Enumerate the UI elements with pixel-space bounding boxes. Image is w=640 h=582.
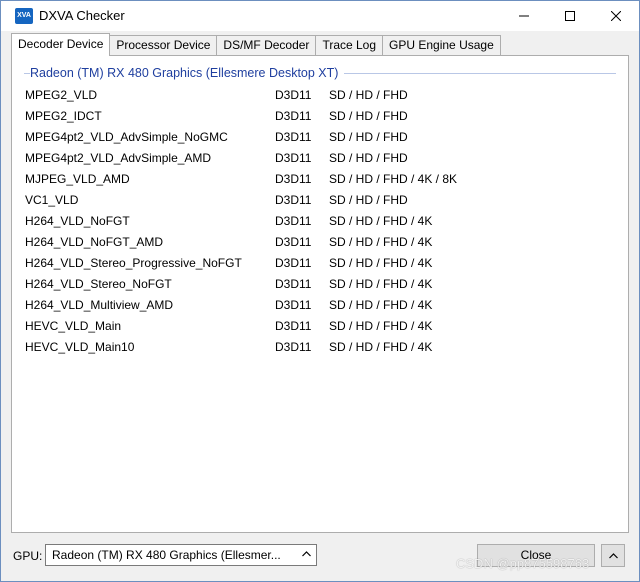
decoder-api: D3D11 xyxy=(275,340,312,354)
decoder-api: D3D11 xyxy=(275,109,312,123)
decoder-api: D3D11 xyxy=(275,319,312,333)
decoder-name: MPEG2_VLD xyxy=(25,88,98,102)
chevron-up-icon xyxy=(302,551,311,557)
tab-strip: Decoder Device Processor Device DS/MF De… xyxy=(11,33,501,56)
decoder-api: D3D11 xyxy=(275,130,312,144)
decoder-name: MPEG2_IDCT xyxy=(25,109,102,123)
decoder-name: MJPEG_VLD_AMD xyxy=(25,172,130,186)
decoder-api: D3D11 xyxy=(275,214,312,228)
decoder-name: H264_VLD_Stereo_NoFGT xyxy=(25,277,172,291)
gpu-label: GPU: xyxy=(13,549,43,563)
decoder-name: VC1_VLD xyxy=(25,193,79,207)
maximize-button[interactable] xyxy=(547,1,593,31)
decoder-name: MPEG4pt2_VLD_AdvSimple_NoGMC xyxy=(25,130,228,144)
window-title: DXVA Checker xyxy=(39,8,125,23)
decoder-name: MPEG4pt2_VLD_AdvSimple_AMD xyxy=(25,151,212,165)
watermark: CSDN @pp875598763 xyxy=(456,556,590,571)
decoder-panel: Radeon (TM) RX 480 Graphics (Ellesmere D… xyxy=(11,55,629,533)
decoder-api: D3D11 xyxy=(275,151,312,165)
decoder-name: H264_VLD_Multiview_AMD xyxy=(25,298,174,312)
decoder-resolutions: SD / HD / FHD / 4K xyxy=(329,340,433,354)
decoder-resolutions: SD / HD / FHD / 4K xyxy=(329,319,433,333)
decoder-api: D3D11 xyxy=(275,298,312,312)
minimize-button[interactable] xyxy=(501,1,547,31)
expand-button[interactable] xyxy=(601,544,625,567)
minimize-icon xyxy=(519,15,529,17)
decoder-resolutions: SD / HD / FHD / 4K xyxy=(329,235,433,249)
decoder-resolutions: SD / HD / FHD xyxy=(329,130,408,144)
tab-trace-log[interactable]: Trace Log xyxy=(315,35,384,56)
tab-ds-mf-decoder[interactable]: DS/MF Decoder xyxy=(216,35,317,56)
title-bar[interactable]: XVA DXVA Checker xyxy=(1,1,639,31)
close-window-button[interactable] xyxy=(593,1,639,31)
decoder-api: D3D11 xyxy=(275,277,312,291)
app-window: XVA DXVA Checker Decoder Device Processo… xyxy=(0,0,640,582)
tab-gpu-engine-usage[interactable]: GPU Engine Usage xyxy=(382,35,501,56)
decoder-name: HEVC_VLD_Main xyxy=(25,319,122,333)
decoder-name: H264_VLD_Stereo_Progressive_NoFGT xyxy=(25,256,242,270)
app-icon: XVA xyxy=(15,8,33,24)
decoder-resolutions: SD / HD / FHD / 4K xyxy=(329,214,433,228)
decoder-name: H264_VLD_NoFGT_AMD xyxy=(25,235,164,249)
tab-decoder-device[interactable]: Decoder Device xyxy=(11,33,111,56)
chevron-up-icon xyxy=(608,552,618,558)
decoder-name: HEVC_VLD_Main10 xyxy=(25,340,135,354)
decoder-api: D3D11 xyxy=(275,193,312,207)
decoder-resolutions: SD / HD / FHD / 4K xyxy=(329,277,433,291)
decoder-api: D3D11 xyxy=(275,172,312,186)
gpu-select[interactable]: Radeon (TM) RX 480 Graphics (Ellesmer... xyxy=(45,544,317,566)
close-icon xyxy=(611,11,621,21)
decoder-api: D3D11 xyxy=(275,256,312,270)
gpu-select-value: Radeon (TM) RX 480 Graphics (Ellesmer... xyxy=(52,548,281,562)
decoder-resolutions: SD / HD / FHD xyxy=(329,109,408,123)
maximize-icon xyxy=(565,11,575,21)
decoder-api: D3D11 xyxy=(275,88,312,102)
decoder-resolutions: SD / HD / FHD xyxy=(329,88,408,102)
decoder-resolutions: SD / HD / FHD / 4K / 8K xyxy=(329,172,458,186)
gpu-group-title: Radeon (TM) RX 480 Graphics (Ellesmere D… xyxy=(30,66,345,80)
decoder-resolutions: SD / HD / FHD / 4K xyxy=(329,256,433,270)
decoder-api: D3D11 xyxy=(275,235,312,249)
decoder-name: H264_VLD_NoFGT xyxy=(25,214,130,228)
decoder-resolutions: SD / HD / FHD / 4K xyxy=(329,298,433,312)
decoder-resolutions: SD / HD / FHD xyxy=(329,193,408,207)
tab-processor-device[interactable]: Processor Device xyxy=(109,35,218,56)
decoder-resolutions: SD / HD / FHD xyxy=(329,151,408,165)
